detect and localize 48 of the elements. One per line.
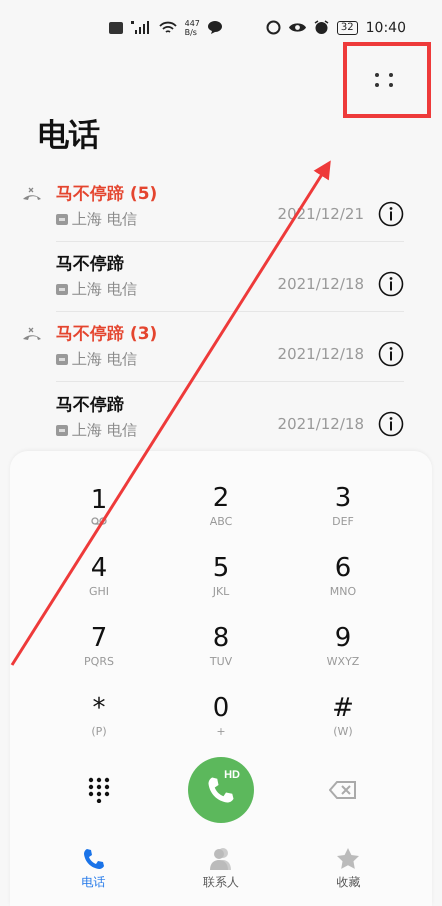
info-icon[interactable] (378, 411, 404, 437)
signal-icon (130, 21, 151, 34)
nav-tab[interactable]: 联系人 (180, 847, 261, 891)
voicemail-icon (91, 517, 107, 525)
network-speed-unit: B/s (184, 28, 198, 36)
dial-key[interactable]: 7 PQRS (38, 613, 160, 677)
eye-icon (288, 22, 306, 33)
dial-key[interactable]: 4 GHI (38, 543, 160, 607)
chat-bubble-icon (208, 21, 222, 34)
clock-time: 10:40 (366, 20, 406, 36)
dial-key[interactable]: 3 DEF (282, 473, 404, 537)
caller-name[interactable]: 马不停蹄 (56, 252, 278, 275)
caller-name[interactable]: 马不停蹄 (56, 392, 278, 416)
dial-key[interactable]: 8 TUV (160, 613, 282, 677)
phone-icon (82, 847, 106, 871)
wifi-icon (158, 20, 177, 34)
dial-key[interactable]: 1 (38, 473, 160, 537)
more-icon[interactable] (374, 72, 394, 88)
dial-key[interactable]: * (P) (38, 683, 160, 747)
dialpad-toggle-icon[interactable] (88, 777, 110, 803)
battery-level: 32 (336, 20, 358, 34)
nav-tab[interactable]: 收藏 (308, 847, 388, 891)
call-date: 2021/12/18 (278, 344, 364, 362)
caller-name[interactable]: 马不停蹄 (3) (56, 322, 278, 345)
dial-key[interactable]: 6 MNO (282, 543, 404, 607)
dial-key[interactable]: 0 + (160, 683, 282, 747)
dial-key[interactable]: 9 WXYZ (282, 613, 404, 677)
nav-tab[interactable]: 电话 (54, 847, 134, 891)
alarm-icon (314, 20, 329, 35)
caller-location: 上海 电信 (72, 210, 137, 229)
caller-location: 上海 电信 (72, 280, 137, 299)
caller-location: 上海 电信 (72, 420, 137, 440)
network-speed: 447 (184, 18, 200, 28)
missed-call-icon (22, 326, 42, 342)
info-icon[interactable] (378, 340, 404, 366)
contacts-icon (208, 847, 234, 871)
call-date: 2021/12/18 (278, 415, 364, 433)
dial-key[interactable]: 2 ABC (160, 473, 282, 537)
info-icon[interactable] (378, 270, 404, 296)
dial-key[interactable]: 5 JKL (160, 543, 282, 607)
missed-call-icon (22, 186, 42, 202)
dial-key[interactable]: # (W) (282, 683, 404, 747)
call-date: 2021/12/18 (278, 274, 364, 292)
page-title: 电话 (37, 116, 101, 155)
star-icon (336, 847, 360, 871)
info-icon[interactable] (378, 200, 404, 226)
caller-name[interactable]: 马不停蹄 (5) (56, 182, 278, 205)
caller-location: 上海 电信 (72, 350, 137, 369)
